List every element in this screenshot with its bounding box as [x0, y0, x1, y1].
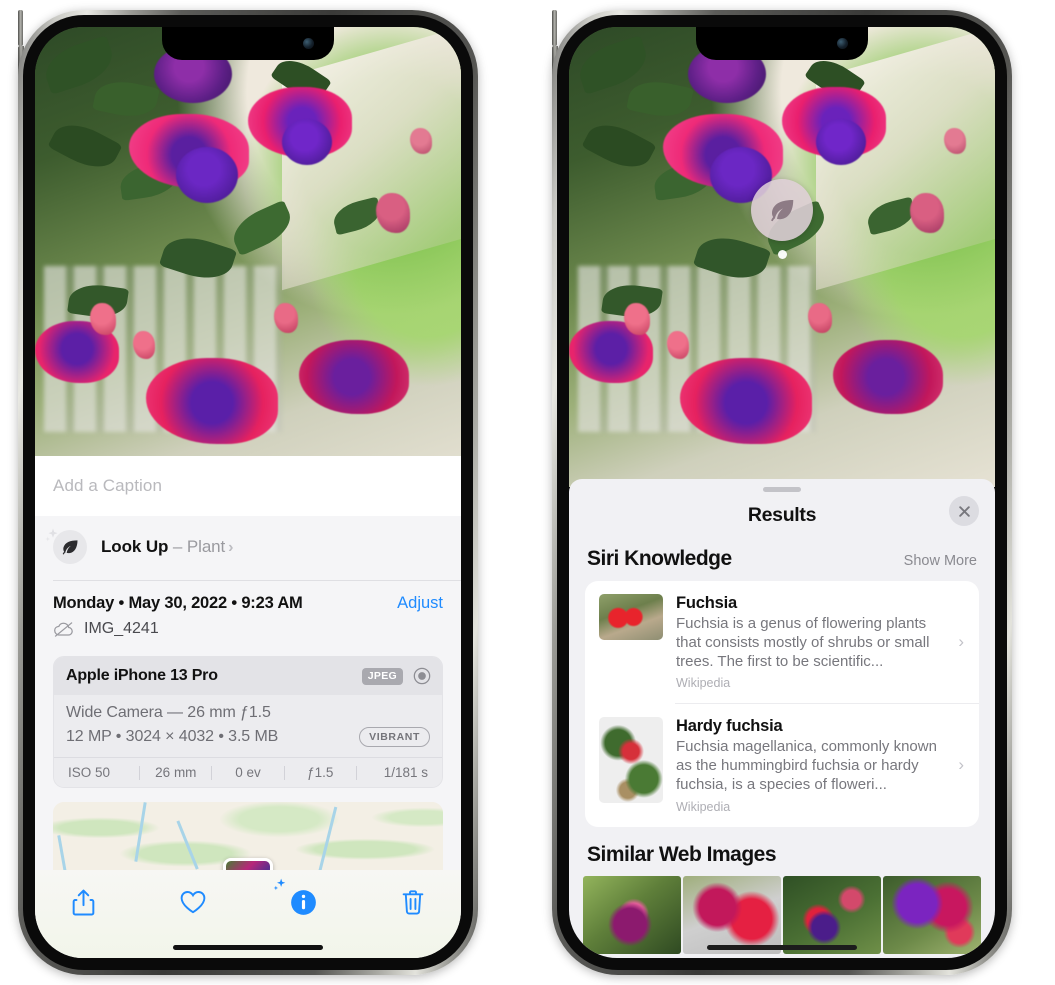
- sparkle-icon: [45, 528, 58, 542]
- similar-image-3[interactable]: [783, 875, 881, 954]
- knowledge-item-hardy-fuchsia[interactable]: Hardy fuchsia Fuchsia magellanica, commo…: [585, 704, 979, 826]
- delete-button[interactable]: [391, 884, 435, 920]
- resolution-info: 12 MP • 3024 × 4032 • 3.5 MB: [66, 728, 279, 745]
- screen-left: Add a Caption Look Up – Plant › Monday •…: [35, 27, 461, 958]
- adjust-button[interactable]: Adjust: [397, 594, 443, 613]
- knowledge-item-fuchsia[interactable]: Fuchsia Fuchsia is a genus of flowering …: [585, 581, 979, 703]
- badge-pointer-dot: [777, 250, 787, 259]
- visual-lookup-badge[interactable]: [751, 179, 813, 259]
- info-circle-filled-icon: [290, 889, 316, 915]
- chevron-right-icon: ›: [228, 539, 234, 556]
- exif-aperture: ƒ1.5: [307, 765, 334, 780]
- look-up-dash: –: [168, 537, 187, 556]
- leaf-icon: [62, 540, 78, 555]
- results-title: Results: [747, 504, 817, 526]
- sparkle-icon: [273, 878, 286, 891]
- leaf-badge-bubble[interactable]: [751, 179, 813, 241]
- caption-field-container[interactable]: Add a Caption: [35, 456, 461, 516]
- share-button[interactable]: [61, 884, 105, 920]
- left-phone: Add a Caption Look Up – Plant › Monday •…: [18, 10, 478, 975]
- right-phone: Results Siri Knowledge Show More Fuchsia…: [552, 10, 1012, 975]
- siri-knowledge-title: Siri Knowledge: [587, 547, 732, 570]
- similar-image-2[interactable]: [683, 875, 781, 954]
- screen-right: Results Siri Knowledge Show More Fuchsia…: [569, 27, 995, 958]
- caption-input[interactable]: Add a Caption: [53, 476, 443, 496]
- knowledge-description: Fuchsia magellanica, commonly known as t…: [676, 738, 937, 793]
- chevron-right-icon: ›: [958, 755, 964, 775]
- exif-row: ISO 50 26 mm 0 ev ƒ1.5 1/181 s: [54, 757, 442, 787]
- exif-focal: 26 mm: [155, 765, 197, 780]
- photo-viewer[interactable]: [35, 27, 461, 487]
- icloud-slash-icon: [54, 621, 73, 637]
- results-header: Results: [569, 492, 995, 543]
- siri-knowledge-card: Fuchsia Fuchsia is a genus of flowering …: [585, 581, 979, 827]
- siri-knowledge-header: Siri Knowledge Show More: [569, 543, 995, 581]
- notch-left: [162, 27, 334, 60]
- metadata-header: Apple iPhone 13 Pro JPEG: [54, 657, 442, 695]
- format-badge: JPEG: [361, 667, 403, 685]
- home-indicator-right[interactable]: [707, 945, 857, 950]
- camera-metadata-card: Apple iPhone 13 Pro JPEG Wide Camera — 2…: [53, 656, 443, 788]
- silence-switch-left[interactable]: [18, 10, 23, 46]
- look-up-label: Look Up – Plant ›: [101, 537, 233, 557]
- look-up-subject: Plant: [186, 537, 226, 556]
- similar-image-1[interactable]: [583, 875, 681, 954]
- silence-switch-right[interactable]: [552, 10, 557, 46]
- similar-web-images-strip[interactable]: [569, 875, 995, 954]
- knowledge-thumbnail: [599, 594, 663, 640]
- share-icon: [72, 889, 94, 915]
- favorite-button[interactable]: [171, 884, 215, 920]
- close-button[interactable]: [949, 496, 979, 526]
- look-up-row[interactable]: Look Up – Plant ›: [35, 516, 461, 580]
- exif-ev: 0 ev: [235, 765, 261, 780]
- home-indicator-left[interactable]: [173, 945, 323, 950]
- trash-icon: [402, 889, 424, 915]
- front-camera: [303, 38, 314, 49]
- screenshot-canvas: Add a Caption Look Up – Plant › Monday •…: [0, 0, 1055, 985]
- show-more-button[interactable]: Show More: [904, 553, 977, 569]
- date-section: Monday • May 30, 2022 • 9:23 AM Adjust I…: [35, 581, 461, 646]
- device-name: Apple iPhone 13 Pro: [66, 667, 218, 684]
- results-sheet: Results Siri Knowledge Show More Fuchsia…: [569, 479, 995, 958]
- info-button[interactable]: [273, 878, 325, 920]
- knowledge-thumbnail: [599, 717, 663, 804]
- knowledge-title: Fuchsia: [676, 594, 737, 612]
- file-name: IMG_4241: [84, 620, 159, 637]
- heart-icon: [180, 891, 206, 914]
- photographic-style-badge: VIBRANT: [359, 727, 430, 747]
- knowledge-title: Hardy fuchsia: [676, 717, 783, 736]
- close-icon: [958, 505, 970, 517]
- front-camera: [837, 38, 848, 49]
- notch-right: [696, 27, 868, 60]
- photo-date: Monday • May 30, 2022 • 9:23 AM: [53, 594, 303, 612]
- similar-image-4[interactable]: [883, 875, 981, 954]
- metadata-body: Wide Camera — 26 mm ƒ1.5 12 MP • 3024 × …: [54, 695, 442, 757]
- knowledge-source: Wikipedia: [676, 676, 731, 691]
- knowledge-description: Fuchsia is a genus of flowering plants t…: [676, 615, 930, 670]
- exif-iso: ISO 50: [68, 765, 111, 780]
- look-up-title: Look Up: [101, 537, 169, 556]
- knowledge-source: Wikipedia: [676, 799, 731, 814]
- leaf-icon: [771, 200, 794, 222]
- similar-web-images-title: Similar Web Images: [587, 842, 777, 866]
- chevron-right-icon: ›: [958, 632, 964, 652]
- exif-shutter: 1/181 s: [383, 765, 429, 780]
- camera-aperture-icon[interactable]: [412, 666, 432, 686]
- lens-info: Wide Camera — 26 mm ƒ1.5: [66, 704, 271, 721]
